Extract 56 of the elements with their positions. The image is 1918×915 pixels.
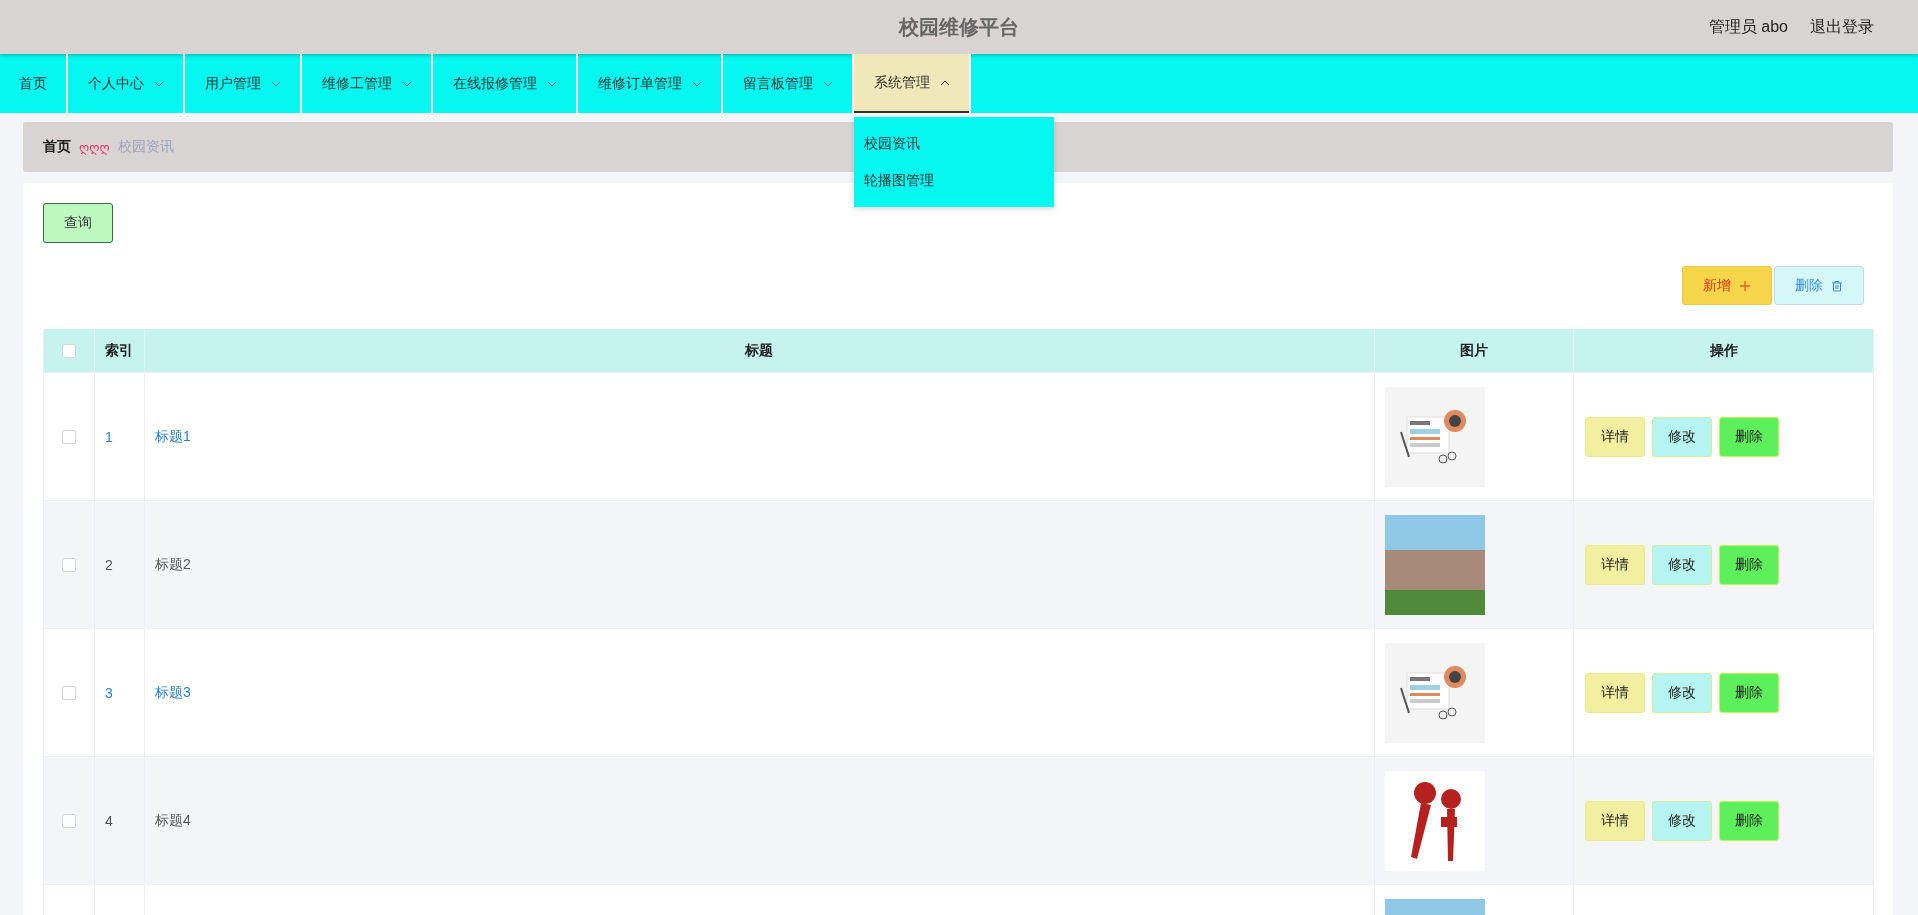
nav-tab[interactable]: 个人中心 xyxy=(68,54,183,113)
breadcrumb-current: 校园资讯 xyxy=(117,138,174,156)
breadcrumb-home[interactable]: 首页 xyxy=(43,138,71,156)
detail-button[interactable]: 详情 xyxy=(1585,800,1646,841)
delete-row-button[interactable]: 删除 xyxy=(1719,672,1780,713)
trash-icon xyxy=(1831,279,1843,292)
nav-tab[interactable]: 维修订单管理 xyxy=(578,54,721,113)
detail-button[interactable]: 详情 xyxy=(1585,416,1646,457)
nav-tab[interactable]: 在线报修管理 xyxy=(433,54,576,113)
plus-icon xyxy=(1739,279,1751,292)
column-header: 标题 xyxy=(745,341,774,360)
delete-row-button[interactable]: 删除 xyxy=(1719,544,1780,585)
caret-icon xyxy=(692,80,702,87)
row-index: 4 xyxy=(104,812,113,829)
edit-button[interactable]: 修改 xyxy=(1652,544,1713,585)
nav-tab[interactable]: 首页 xyxy=(0,54,66,113)
column-header: 图片 xyxy=(1459,341,1488,360)
delete-row-button[interactable]: 删除 xyxy=(1719,416,1780,457)
menu-item[interactable]: 校园资讯 xyxy=(854,125,1054,162)
logout-link[interactable]: 退出登录 xyxy=(1810,17,1874,38)
caret-icon xyxy=(940,79,950,86)
nav-tab[interactable]: 留言板管理 xyxy=(723,54,852,113)
edit-button[interactable]: 修改 xyxy=(1652,416,1713,457)
column-header: 操作 xyxy=(1710,341,1739,360)
row-checkbox[interactable] xyxy=(62,813,76,828)
caret-icon xyxy=(402,80,412,87)
site-title: 校园维修平台 xyxy=(899,14,1019,40)
detail-button[interactable]: 详情 xyxy=(1585,672,1646,713)
edit-button[interactable]: 修改 xyxy=(1652,800,1713,841)
breadcrumb-separator: ღღღ xyxy=(79,139,110,155)
row-title: 标题1 xyxy=(154,427,191,446)
nav-tab[interactable]: 维修工管理 xyxy=(302,54,431,113)
select-all-checkbox[interactable] xyxy=(62,343,76,358)
nav-tab[interactable]: 系统管理 xyxy=(854,54,969,113)
caret-icon xyxy=(154,80,164,87)
row-title: 标题4 xyxy=(154,811,191,830)
row-checkbox[interactable] xyxy=(62,685,76,700)
edit-button[interactable]: 修改 xyxy=(1652,672,1713,713)
nav-tab[interactable]: 用户管理 xyxy=(185,54,300,113)
row-title: 标题2 xyxy=(154,555,191,574)
search-button[interactable]: 查询 xyxy=(43,203,113,243)
menu-item[interactable]: 轮播图管理 xyxy=(854,162,1054,199)
user-name: 管理员 abo xyxy=(1708,17,1788,37)
caret-icon xyxy=(271,80,281,87)
row-index: 3 xyxy=(104,684,113,701)
add-button[interactable]: 新增 xyxy=(1682,266,1772,305)
detail-button[interactable]: 详情 xyxy=(1585,544,1646,585)
row-checkbox[interactable] xyxy=(62,429,76,444)
row-index: 1 xyxy=(104,428,113,445)
caret-icon xyxy=(823,80,833,87)
row-title: 标题3 xyxy=(154,683,191,702)
caret-icon xyxy=(547,80,557,87)
row-checkbox[interactable] xyxy=(62,557,76,572)
column-header: 索引 xyxy=(104,341,133,360)
delete-row-button[interactable]: 删除 xyxy=(1719,800,1780,841)
row-index: 2 xyxy=(104,556,113,573)
